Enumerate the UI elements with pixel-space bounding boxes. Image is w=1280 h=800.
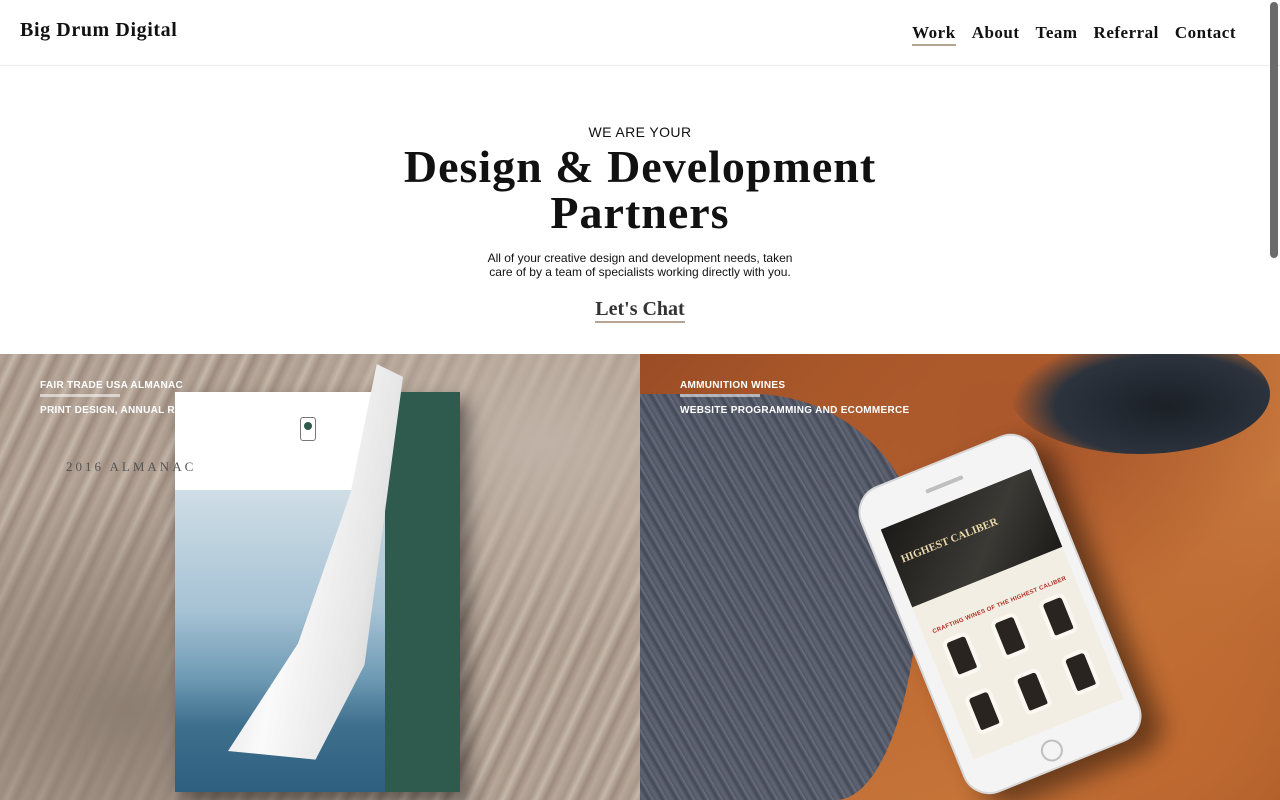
tile-title: AMMUNITION WINES [680, 380, 786, 391]
tile-title-underline [40, 394, 120, 397]
nav-item-team[interactable]: Team [1036, 23, 1078, 46]
wine-bottle-image [994, 616, 1026, 656]
fair-trade-logo-icon [300, 417, 316, 441]
tile-title-underline [680, 394, 760, 397]
phone-screen: HIGHEST CALIBER CRAFTING WINES OF THE HI… [880, 468, 1124, 760]
wine-bottle-image [1064, 652, 1097, 692]
nav-item-referral[interactable]: Referral [1094, 23, 1159, 46]
phone-home-button [1037, 736, 1067, 765]
portfolio-tile-ammunition-wines[interactable]: HIGHEST CALIBER CRAFTING WINES OF THE HI… [640, 354, 1280, 800]
sunglasses-image [1010, 354, 1270, 454]
lets-chat-link[interactable]: Let's Chat [595, 298, 685, 323]
cta-wrapper: Let's Chat [0, 298, 1280, 323]
nav-item-about[interactable]: About [972, 23, 1020, 46]
wine-bottle-image [968, 691, 1000, 731]
tile-subtitle: WEBSITE PROGRAMMING AND ECOMMERCE [680, 405, 910, 416]
hero-subtext: All of your creative design and developm… [487, 251, 793, 279]
tile-subtitle: PRINT DESIGN, ANNUAL REPORT [40, 405, 211, 416]
scrollbar-thumb[interactable] [1270, 2, 1278, 258]
nav-item-contact[interactable]: Contact [1175, 23, 1236, 46]
hero-headline: Design & Development Partners [403, 141, 877, 238]
tile-title: FAIR TRADE USA ALMANAC [40, 380, 184, 391]
site-logo[interactable]: Big Drum Digital [20, 19, 177, 42]
nav-item-work[interactable]: Work [912, 23, 956, 46]
site-header: Big Drum Digital Work About Team Referra… [0, 0, 1280, 66]
portfolio-tile-fair-trade[interactable]: 2016 ALMANAC FAIR TRADE USA ALMANAC PRIN… [0, 354, 640, 800]
page-scrollbar[interactable] [1270, 0, 1278, 800]
wine-bottle-image [1016, 672, 1049, 712]
almanac-book-title: 2016 ALMANAC [66, 459, 197, 474]
wine-bottle-image [1042, 596, 1074, 636]
wine-bottle-image [946, 635, 978, 675]
hero-eyebrow: WE ARE YOUR [588, 124, 692, 140]
hero-section: WE ARE YOUR Design & Development Partner… [0, 66, 1280, 354]
scarf-image [640, 394, 920, 800]
portfolio-grid: 2016 ALMANAC FAIR TRADE USA ALMANAC PRIN… [0, 354, 1280, 800]
phone-speaker [925, 475, 964, 494]
main-nav: Work About Team Referral Contact [896, 23, 1236, 46]
